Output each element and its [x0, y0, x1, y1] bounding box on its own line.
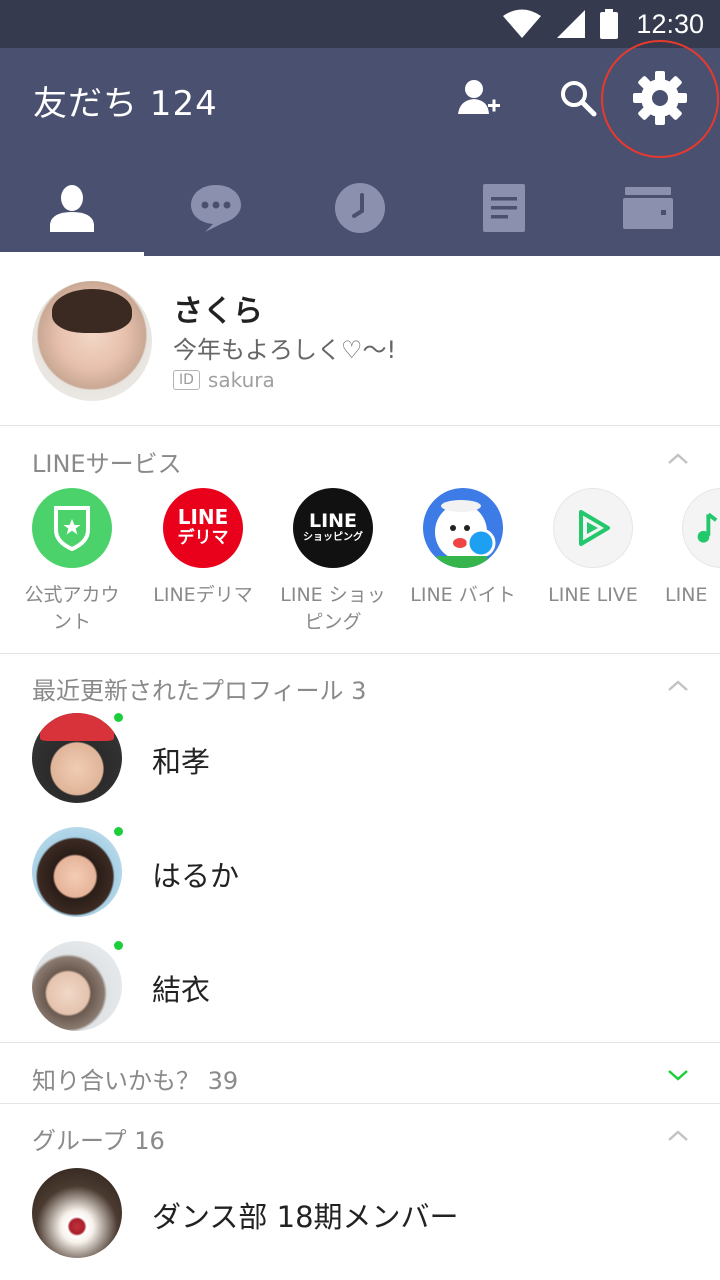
group-avatar [32, 1168, 122, 1258]
chat-icon [191, 185, 241, 232]
signal-icon [557, 10, 586, 38]
official-account-icon [32, 488, 112, 568]
news-icon [483, 184, 525, 232]
suggestions-section-header[interactable]: 知り合いかも？ 39 [0, 1045, 720, 1105]
line-shopping-icon: LINE ショッピング [293, 488, 373, 568]
services-section-header[interactable]: LINEサービス [0, 428, 720, 488]
status-bar: 12:30 [0, 0, 720, 48]
battery-icon [600, 9, 619, 39]
delima-logo-text: デリマ [177, 528, 229, 548]
line-delima-icon: LINE デリマ [163, 488, 243, 568]
recent-profiles-section-header[interactable]: 最近更新されたプロフィール 3 [0, 655, 720, 715]
settings-highlight-ring [601, 40, 719, 158]
wallet-icon [623, 187, 673, 229]
divider [0, 653, 720, 654]
tab-timeline[interactable] [288, 160, 432, 256]
add-friend-button[interactable] [452, 73, 508, 123]
timeline-icon [335, 183, 385, 233]
service-label: LINE ショッ ピング [280, 584, 386, 633]
chevron-up-icon [668, 1130, 688, 1141]
shopping-logo-line: LINE [308, 510, 358, 532]
friend-row[interactable]: 和孝 [0, 713, 720, 827]
profile-id: sakura [207, 368, 275, 392]
divider [0, 1042, 720, 1043]
service-line-live[interactable]: LINE LIVE [528, 488, 658, 609]
chevron-up-icon [668, 453, 688, 464]
service-label: LINE LIVE [548, 584, 638, 606]
friends-icon [50, 185, 94, 232]
add-friend-icon [458, 80, 500, 114]
line-baito-icon [423, 488, 503, 568]
online-indicator [114, 941, 123, 950]
groups-section-header[interactable]: グループ 16 [0, 1105, 720, 1165]
chevron-down-icon [668, 1070, 688, 1081]
page-title: 友だち 124 [33, 84, 218, 124]
service-line-baito[interactable]: LINE バイト [398, 488, 528, 609]
service-label: LINE バイト [410, 584, 516, 606]
service-line-shopping[interactable]: LINE ショッピング LINE ショッ ピング [268, 488, 398, 634]
my-profile[interactable]: さくら 今年もよろしく♡〜! ID sakura [0, 256, 720, 426]
online-indicator [114, 713, 123, 722]
section-title: 知り合いかも？ 39 [32, 1067, 239, 1095]
search-button[interactable] [550, 73, 606, 123]
friend-name: 結衣 [152, 973, 211, 1007]
friend-name: はるか [152, 859, 240, 893]
profile-name: さくら [173, 294, 263, 329]
section-title: LINEサービス [32, 450, 182, 478]
friend-avatar [32, 713, 122, 803]
section-title: 最近更新されたプロフィール 3 [32, 677, 367, 705]
service-line-music[interactable]: LINE [658, 488, 720, 609]
profile-avatar[interactable] [32, 281, 152, 401]
divider [0, 1103, 720, 1104]
tab-chats[interactable] [144, 160, 288, 256]
service-label: 公式アカウ ント [24, 584, 120, 633]
friend-avatar [32, 827, 122, 917]
tab-bar [0, 160, 720, 256]
line-live-icon [553, 488, 633, 568]
profile-status-message: 今年もよろしく♡〜! [173, 336, 397, 364]
friend-name: 和孝 [152, 745, 211, 779]
delima-logo-line: LINE [177, 505, 229, 529]
group-name: ダンス部 18期メンバー [152, 1200, 459, 1234]
online-indicator [114, 827, 123, 836]
friend-row[interactable]: 結衣 [0, 941, 720, 1055]
wifi-icon [503, 9, 542, 38]
shopping-logo-text: ショッピング [303, 532, 363, 543]
group-row[interactable]: ダンス部 18期メンバー [0, 1168, 720, 1280]
service-line-delima[interactable]: LINE デリマ LINEデリマ [138, 488, 268, 609]
tab-wallet[interactable] [576, 160, 720, 256]
chevron-up-icon [668, 680, 688, 691]
friend-row[interactable]: はるか [0, 827, 720, 941]
service-label: LINEデリマ [153, 584, 253, 606]
services-carousel[interactable]: 公式アカウ ント LINE デリマ LINEデリマ LINE ショッピング LI… [0, 484, 720, 634]
tab-news[interactable] [432, 160, 576, 256]
id-badge: ID [173, 370, 200, 390]
friend-avatar [32, 941, 122, 1031]
service-label: LINE [665, 584, 708, 606]
profile-id-row: ID sakura [173, 368, 275, 392]
app-header: 友だち 124 [0, 40, 720, 256]
search-icon [561, 81, 597, 117]
line-music-icon [682, 488, 720, 568]
service-official-account[interactable]: 公式アカウ ント [7, 488, 137, 634]
clock: 12:30 [636, 8, 704, 39]
section-title: グループ 16 [32, 1127, 165, 1155]
tab-friends[interactable] [0, 160, 144, 256]
